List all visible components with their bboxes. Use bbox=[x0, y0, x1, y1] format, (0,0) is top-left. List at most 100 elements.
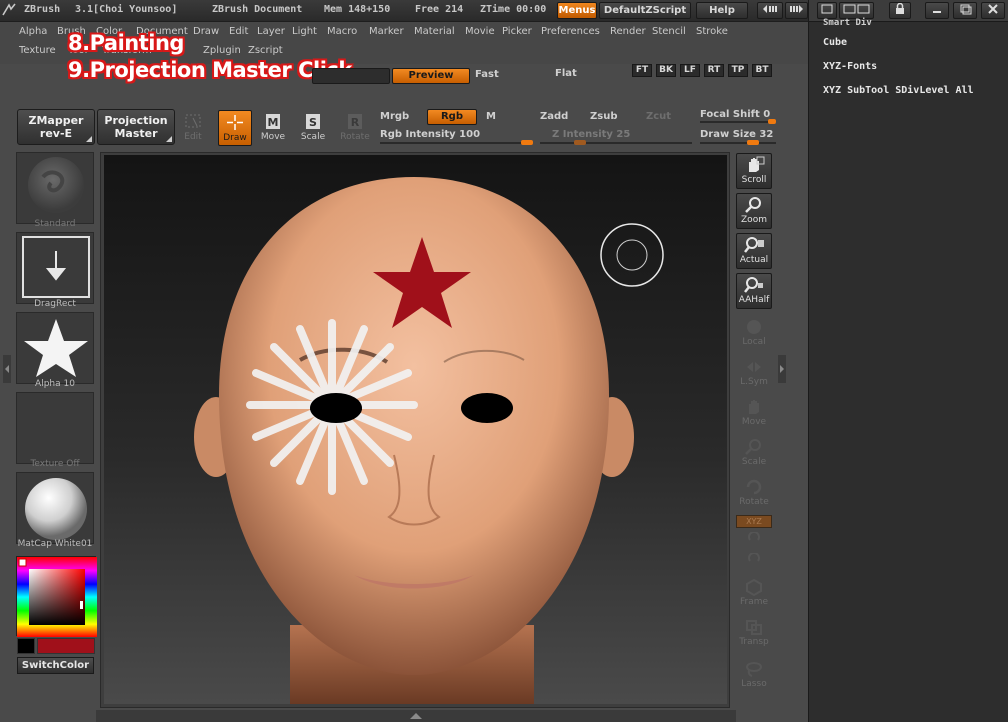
menu-movie[interactable]: Movie bbox=[465, 26, 495, 37]
lsym-button[interactable]: L.Sym bbox=[736, 358, 772, 387]
draw-tool[interactable]: Draw bbox=[218, 110, 252, 146]
menu-light[interactable]: Light bbox=[292, 26, 317, 37]
zcut-button[interactable]: Zcut bbox=[646, 111, 671, 122]
flat-button[interactable]: Flat bbox=[555, 68, 577, 79]
maximize-icon[interactable] bbox=[953, 2, 977, 19]
rotate-axis-icon[interactable] bbox=[736, 532, 772, 551]
zmapper-button[interactable]: ZMapper rev-E bbox=[17, 109, 95, 145]
menu-layer[interactable]: Layer bbox=[257, 26, 285, 37]
view-front-button[interactable]: FT bbox=[632, 64, 652, 77]
axis-y-icon bbox=[748, 532, 760, 541]
defaultzscript-button[interactable]: DefaultZScript bbox=[599, 2, 691, 19]
expand-corner-icon bbox=[166, 136, 172, 142]
aahalf-button[interactable]: AAHalf bbox=[736, 273, 772, 309]
m-button[interactable]: M bbox=[486, 111, 496, 122]
alpha-thumbnail[interactable] bbox=[16, 312, 94, 384]
move-tool[interactable]: M Move bbox=[256, 110, 290, 146]
rgb-intensity-knob[interactable] bbox=[521, 140, 533, 145]
projection-master-button[interactable]: Projection Master bbox=[97, 109, 175, 145]
menu-stencil[interactable]: Stencil bbox=[652, 26, 686, 37]
stroke-thumbnail[interactable] bbox=[16, 232, 94, 304]
secondary-color-swatch[interactable] bbox=[17, 638, 35, 654]
draw-size-track[interactable] bbox=[700, 142, 776, 144]
bottom-tray-toggle-icon[interactable] bbox=[400, 711, 432, 721]
rgb-button[interactable]: Rgb bbox=[427, 109, 477, 125]
head-model[interactable] bbox=[104, 155, 727, 704]
menu-material[interactable]: Material bbox=[414, 26, 455, 37]
view-top-button[interactable]: TP bbox=[728, 64, 748, 77]
tray-item-smart-div[interactable]: Smart Div bbox=[823, 18, 872, 28]
right-tray-toggle[interactable] bbox=[778, 355, 786, 383]
lasso-button[interactable]: Lasso bbox=[736, 660, 772, 689]
menu-draw[interactable]: Draw bbox=[193, 26, 219, 37]
rgb-intensity-slider[interactable]: Rgb Intensity 100 bbox=[380, 129, 480, 140]
view-bottom-button[interactable]: BT bbox=[752, 64, 772, 77]
material-thumbnail[interactable] bbox=[16, 472, 94, 544]
rotate-tool[interactable]: R Rotate bbox=[338, 110, 372, 146]
close-icon[interactable] bbox=[981, 2, 1005, 19]
transp-button[interactable]: Transp bbox=[736, 618, 772, 647]
menu-macro[interactable]: Macro bbox=[327, 26, 357, 37]
scale-tool[interactable]: S Scale bbox=[296, 110, 330, 146]
switchcolor-button[interactable]: SwitchColor bbox=[17, 657, 94, 674]
menu-render[interactable]: Render bbox=[610, 26, 646, 37]
rotate-view-button[interactable]: Rotate bbox=[736, 478, 772, 507]
rotate-axis-z-icon[interactable] bbox=[736, 553, 772, 572]
fast-button[interactable]: Fast bbox=[475, 69, 499, 80]
menu-zscript[interactable]: Zscript bbox=[248, 45, 283, 56]
tray-item-cube[interactable]: Cube bbox=[823, 37, 847, 48]
texture-thumbnail[interactable] bbox=[16, 392, 94, 464]
focal-shift-track[interactable] bbox=[700, 121, 776, 123]
lock-icon[interactable] bbox=[889, 2, 911, 19]
zoom-button[interactable]: Zoom bbox=[736, 193, 772, 229]
zadd-button[interactable]: Zadd bbox=[540, 111, 568, 122]
view-right-button[interactable]: RT bbox=[704, 64, 724, 77]
scroll-button[interactable]: Scroll bbox=[736, 153, 772, 189]
menu-stroke[interactable]: Stroke bbox=[696, 26, 728, 37]
brush-thumbnail[interactable] bbox=[16, 152, 94, 224]
menu-marker[interactable]: Marker bbox=[369, 26, 404, 37]
view-back-button[interactable]: BK bbox=[656, 64, 676, 77]
menu-preferences[interactable]: Preferences bbox=[541, 26, 600, 37]
xyz-button[interactable]: XYZ bbox=[736, 515, 772, 528]
menus-button[interactable]: Menus bbox=[557, 2, 597, 19]
frame-button[interactable]: Frame bbox=[736, 578, 772, 607]
menu-texture[interactable]: Texture bbox=[19, 45, 56, 56]
document-canvas[interactable] bbox=[104, 155, 727, 704]
edit-label: Edit bbox=[184, 132, 202, 142]
menu-picker[interactable]: Picker bbox=[502, 26, 532, 37]
draw-size-knob[interactable] bbox=[747, 140, 759, 145]
focal-shift-slider[interactable]: Focal Shift 0 bbox=[700, 109, 770, 120]
zsub-button[interactable]: Zsub bbox=[590, 111, 617, 122]
tray-layout-icon[interactable] bbox=[839, 2, 874, 19]
view-left-button[interactable]: LF bbox=[680, 64, 700, 77]
render-mode-button[interactable] bbox=[312, 68, 390, 84]
minimize-icon[interactable] bbox=[925, 2, 949, 19]
z-intensity-knob[interactable] bbox=[574, 140, 586, 145]
help-button[interactable]: Help bbox=[696, 2, 748, 19]
scroll-right-icon[interactable] bbox=[785, 2, 808, 19]
tray-scroll-up-icon[interactable] bbox=[817, 2, 837, 19]
draw-size-slider[interactable]: Draw Size 32 bbox=[700, 129, 773, 140]
left-tray-toggle[interactable] bbox=[3, 355, 11, 383]
preview-button[interactable]: Preview bbox=[392, 68, 470, 84]
scale-view-label: Scale bbox=[741, 457, 767, 467]
tray-item-xyz-fonts[interactable]: XYZ-Fonts bbox=[823, 61, 877, 72]
scroll-left-icon[interactable] bbox=[757, 2, 783, 19]
menu-zplugin[interactable]: Zplugin bbox=[203, 45, 241, 56]
tray-item-xyz-subtool[interactable]: XYZ SubTool SDivLevel All bbox=[823, 85, 974, 96]
move-view-button[interactable]: Move bbox=[736, 398, 772, 427]
focal-shift-knob[interactable] bbox=[768, 119, 776, 124]
primary-color-swatch[interactable] bbox=[37, 638, 95, 654]
menu-alpha[interactable]: Alpha bbox=[19, 26, 47, 37]
menu-edit[interactable]: Edit bbox=[229, 26, 248, 37]
edit-tool[interactable]: Edit bbox=[176, 110, 210, 146]
z-intensity-track[interactable] bbox=[540, 142, 692, 144]
local-button[interactable]: Local bbox=[736, 318, 772, 347]
z-intensity-slider[interactable]: Z Intensity 25 bbox=[552, 129, 630, 140]
rgb-intensity-track[interactable] bbox=[380, 142, 532, 144]
scale-view-button[interactable]: Scale bbox=[736, 438, 772, 467]
mrgb-button[interactable]: Mrgb bbox=[380, 111, 409, 122]
actual-button[interactable]: Actual bbox=[736, 233, 772, 269]
color-picker[interactable] bbox=[16, 556, 97, 637]
